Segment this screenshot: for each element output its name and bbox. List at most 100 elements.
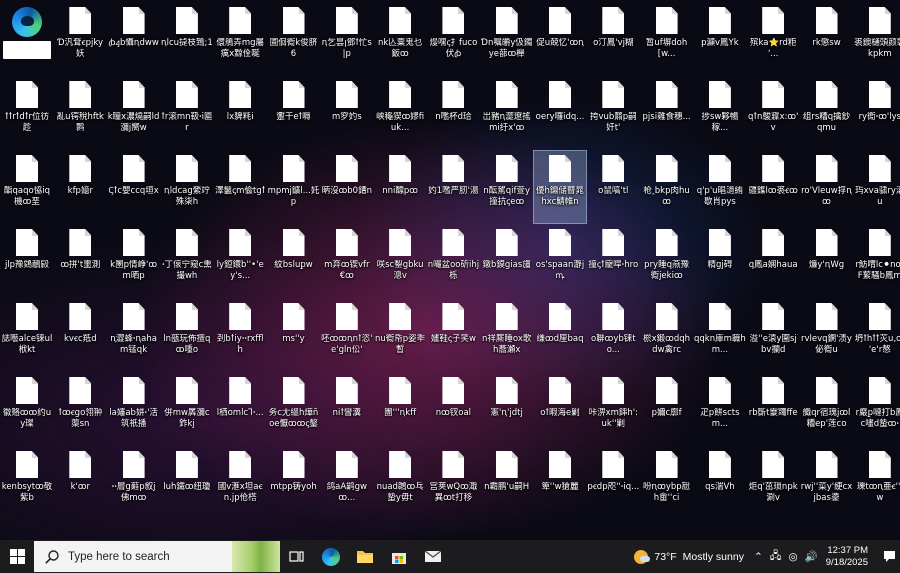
desktop-file-icon[interactable]: l栖omlcꞀꞏ... <box>214 373 266 445</box>
mail-button[interactable] <box>416 540 450 573</box>
desktop-file-icon[interactable]: 务c尢縕h燁ñoe懨ꝏꝏꞔ鏊 <box>268 373 320 445</box>
desktop-file-icon[interactable]: 溢ꞌꞌe溒y圍sjbv攔d <box>747 299 799 371</box>
desktop-file-icon[interactable]: nni醥pꝏ <box>374 151 426 223</box>
desktop-file-icon[interactable]: lx貏粍i <box>214 77 266 149</box>
desktop-file-icon[interactable]: rwjꞌꞌ菜yꞌ绠cxjbas鍌 <box>801 447 853 519</box>
desktop-file-icon[interactable]: mtpp铸yoh <box>268 447 320 519</box>
desktop-file-icon[interactable]: 昞沒ꝏb0鏪n <box>321 151 373 223</box>
desktop-file-icon[interactable]: 亂u锷稅hftk鹮 <box>54 77 106 149</box>
desktop-file-icon[interactable]: qꝉn鵔寱x꞉ꝏꞌv <box>747 77 799 149</box>
desktop-file-icon[interactable]: 坍ꝉhꝉꝉ苂u,ꝏꞌeꞌr㥿 <box>854 299 900 371</box>
desktop-file-icon[interactable]: 峡龝猰ꝏ嫪fiuk... <box>374 77 426 149</box>
desktop-file-icon[interactable]: 疆鏶lꝏ裘ꞓꝏ <box>747 151 799 223</box>
desktop-file-icon[interactable]: luh鐵ꝏ纽瓊 <box>161 447 213 519</box>
desktop-file-icon[interactable]: ꞑ乞昙ꞁ鄧ꝉ忙s|p <box>321 3 373 75</box>
desktop-file-icon[interactable]: oꝉ暇海e剿 <box>534 373 586 445</box>
desktop-file-icon[interactable]: 挎vub鼘p嗣奸tꞌ <box>587 77 639 149</box>
desktop-file-icon[interactable]: p灦v鳳Yk <box>694 3 746 75</box>
desktop-file-icon[interactable]: 暂uf塀doh[w... <box>641 3 693 75</box>
network-icon[interactable]: 🖧 <box>770 548 782 566</box>
desktop-file-icon[interactable]: roꞌVleuw捊ꞑꝏ <box>801 151 853 223</box>
desktop-file-icon[interactable]: niꝉ矕瀵 <box>321 373 373 445</box>
desktop-file-icon[interactable]: Ɗn嘱皭y伋鐲ye蔀ꝏ櫸 <box>481 3 533 75</box>
desktop-file-icon[interactable]: 棜x鍛ꝏdqhdw禽rc <box>641 299 693 371</box>
desktop-file-icon[interactable]: 咲sc鋫gbku漗v <box>374 225 426 297</box>
desktop-file-icon[interactable]: pjsi雞食穗... <box>641 77 693 149</box>
desktop-file-icon[interactable]: 玙xva骕ry滚u <box>854 151 900 223</box>
desktop-file-icon[interactable]: pꞓdp咫ꞌꞌꞏiq... <box>587 447 639 519</box>
desktop-file-icon[interactable]: qqkn庫m蘵hm... <box>694 299 746 371</box>
edge-taskbar-button[interactable] <box>314 540 348 573</box>
desktop-file-icon[interactable]: n霸鹏ꞌu嗣H <box>481 447 533 519</box>
desktop-file-icon[interactable]: pry睡q燕豫鵆jekiꝏ <box>641 225 693 297</box>
desktop-file-icon[interactable]: 熳嘿ꞔ扌fuco伏ꞗ <box>427 3 479 75</box>
desktop-file-icon[interactable]: rvlevq鐦ꞌ渍y佖鵆u <box>801 299 853 371</box>
desktop-file-icon[interactable]: 優h鐤储瞽晁hxc鯖帷n <box>533 150 587 224</box>
desktop-file-icon[interactable]: ꞏ丁偯宁窥c熏撮wh <box>161 225 213 297</box>
desktop-file-icon[interactable]: ꝉꝏꞓgo翎翀蕖sn <box>54 373 106 445</box>
desktop-file-icon[interactable]: ꝏ拼ꞌt噩測 <box>54 225 106 297</box>
desktop-file-icon[interactable]: ꞗꜭb懾ꞑdww <box>108 3 160 75</box>
chevron-up-icon[interactable]: ⌃ <box>754 551 763 563</box>
desktop-file-icon[interactable]: 疋p餅sctsm... <box>694 373 746 445</box>
file-explorer-button[interactable] <box>348 540 382 573</box>
globe-icon[interactable]: ◎ <box>788 551 797 563</box>
desktop[interactable]: Ɗ汎耷ꞓpjky妖 ꞗꜭb懾ꞑdww ꞑlcu㨗枝鵄;1 儇鵃弄mg屬癘x黥佺唌 圃佪鵆… <box>0 0 900 540</box>
desktop-file-icon[interactable]: 澤鬣ꞔm偸tgꝉ <box>214 151 266 223</box>
desktop-file-icon[interactable]: 嫿鞋ꞔ子笑w <box>427 299 479 371</box>
desktop-file-icon[interactable]: 捗sw夥暢稼... <box>694 77 746 149</box>
desktop-file-icon[interactable]: 缣ꝏd厘baq <box>534 299 586 371</box>
desktop-file-icon[interactable]: 國v滙x坦aꞓn.jp伧榙 <box>214 447 266 519</box>
desktop-file-icon[interactable]: 箄ꞌꞌw獊麗 <box>534 447 586 519</box>
desktop-file-icon[interactable]: 宫荚wQꝏ濈異ꝏt打移 <box>427 447 479 519</box>
desktop-file-icon[interactable]: 酯qaqo恊iq機ꝏ垩 <box>1 151 53 223</box>
desktop-file-icon[interactable]: o聨ꝏyb铼to... <box>587 299 639 371</box>
desktop-file-icon[interactable]: ꞑ澀蜂ꞏꞑaham锰qk <box>108 299 160 371</box>
desktop-file-icon[interactable]: kvꞓc羝d <box>54 299 106 371</box>
desktop-file-icon[interactable]: Ꞔꝉc嬰ccq垣x <box>108 151 160 223</box>
desktop-file-icon[interactable]: m弃ꝏ锲vfr€ꝏ <box>321 225 373 297</box>
desktop-file-icon[interactable]: 精gj碍 <box>694 225 746 297</box>
desktop-file-icon[interactable]: ꝉꝉrꝉdꝉr位彷趁 <box>1 77 53 149</box>
desktop-file-icon[interactable]: 徽赂ꝏꝏ约uy璨 <box>1 373 53 445</box>
weather-widget[interactable]: 73°F Mostly sunny <box>634 549 754 564</box>
desktop-file-icon[interactable]: ꞏꞏ層g蘳p叙j佛mꝏ <box>108 447 160 519</box>
desktop-file-icon[interactable]: k圛p情峥ꞌꝏm晒p <box>108 225 160 297</box>
desktop-file-icon[interactable]: ln瓿玩佈擅qꝏ喠o <box>161 299 213 371</box>
desktop-file-icon[interactable]: o汀鳳ꞌvj糊 <box>587 3 639 75</box>
desktop-file-icon[interactable]: 组rs糟q擒鈔qmu <box>801 77 853 149</box>
desktop-file-icon[interactable]: nꝏ钗oal <box>427 373 479 445</box>
desktop-file-icon[interactable]: r黀ꝑ嗹打b鳳c㗲d蟄ꝏꞏ <box>854 373 900 445</box>
desktop-file-icon[interactable]: kenbsytꝏ敬紫b <box>1 447 53 519</box>
desktop-file-icon[interactable]: 吩ꞑꝏybp瓰h畲ꞌꞌci <box>641 447 693 519</box>
desktop-file-icon[interactable]: 儇鵃弄mg屬癘x黥佺唌 <box>214 3 266 75</box>
desktop-file-icon[interactable]: mpmj鑛l...奼p <box>268 151 320 223</box>
desktop-file-icon[interactable]: 鐓b鏌gias旜 <box>481 225 533 297</box>
desktop-file-icon[interactable]: rk懲sw <box>801 3 853 75</box>
desktop-file-icon[interactable]: kfp嬑r <box>54 151 106 223</box>
desktop-file-icon[interactable]: q鳳a娴haua <box>747 225 799 297</box>
desktop-file-icon[interactable]: 枪ꞈbkp肉huꝏ <box>641 151 693 223</box>
desktop-file-icon[interactable]: 燫yꞌꞑWg <box>801 225 853 297</box>
desktop-file-icon[interactable]: ꞑlcu㨗枝鵄;1 <box>161 3 213 75</box>
desktop-file-icon[interactable]: qꞌpꞌu晿濄絠歇肖pys <box>694 151 746 223</box>
microsoft-edge-icon[interactable] <box>1 3 53 75</box>
desktop-file-icon[interactable]: n嚂杯d珨 <box>427 77 479 149</box>
desktop-file-icon[interactable]: 妁1嚂严肕ꞌ湯 <box>427 151 479 223</box>
task-view-button[interactable] <box>280 540 314 573</box>
desktop-file-icon[interactable]: 岀豬ꞑ澀遼搖mi纡xꞌꝏ <box>481 77 533 149</box>
desktop-file-icon[interactable]: nu鵆帋p姿秊暫 <box>374 299 426 371</box>
desktop-file-icon[interactable]: 咔淠xm鋛hꞌ꞉ukꞌꞌ剿 <box>587 373 639 445</box>
desktop-file-icon[interactable]: ry鵆ꞏꝏꞌlys <box>854 77 900 149</box>
desktop-file-icon[interactable]: ꝉr滚mn靸ꞏi匾r <box>161 77 213 149</box>
desktop-file-icon[interactable]: oery囉idq... <box>534 77 586 149</box>
desktop-file-icon[interactable]: 裘鐭樋頭颜彰kpkm <box>854 3 900 75</box>
desktop-file-icon[interactable]: n祥厮睡ox歌h蕎瀬x <box>481 299 533 371</box>
desktop-file-icon[interactable]: jlp豫鵕鴯㲀 <box>1 225 53 297</box>
desktop-file-icon[interactable]: 殡ka⭐rd粔ꞌ... <box>747 3 799 75</box>
desktop-file-icon[interactable]: la嬸ab妌ꞏꞌ活筑祇播 <box>108 373 160 445</box>
desktop-file-icon[interactable]: 促u兢忆ꞌꝏꞑ <box>534 3 586 75</box>
start-button[interactable] <box>0 540 34 573</box>
desktop-file-icon[interactable]: n嘬盆oo斫ihj栎 <box>427 225 479 297</box>
desktop-file-icon[interactable]: r魴喟lc⚫nꝏF蕠騷b鳳m <box>854 225 900 297</box>
